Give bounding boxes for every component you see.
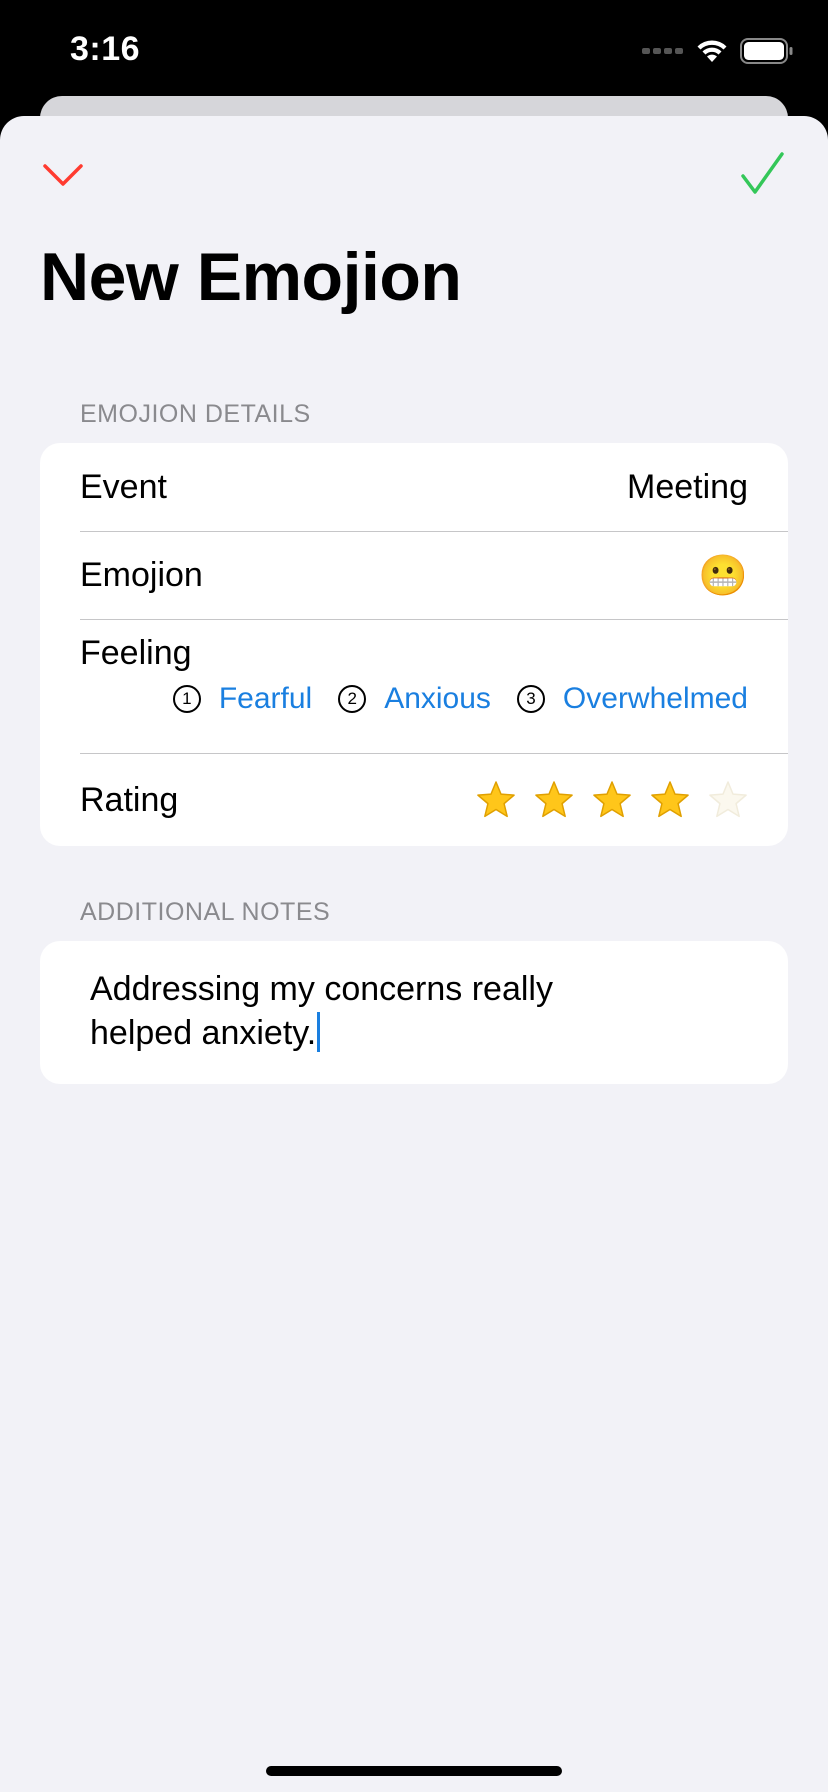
rating-stars[interactable] [476,780,748,820]
text-cursor [317,1012,321,1052]
number-circle-icon: 2 [338,685,367,713]
cancel-button[interactable] [38,150,88,200]
rating-label: Rating [80,780,179,819]
home-indicator [266,1766,562,1776]
battery-icon [740,38,793,64]
notes-line: helped anxiety. [90,1011,650,1055]
emojion-details-header: EMOJION DETAILS [80,400,311,428]
feeling-option-anxious[interactable]: 2 Anxious [338,682,491,716]
wifi-icon [697,40,727,62]
feeling-option-fearful[interactable]: 1 Fearful [172,682,313,716]
rating-row: Rating [80,754,788,846]
emojion-row[interactable]: Emojion 😬 [80,532,788,619]
status-icons [642,36,794,66]
event-row[interactable]: Event Meeting [80,443,788,531]
star-filled-icon[interactable] [534,780,574,820]
new-emojion-sheet: New Emojion EMOJION DETAILS Event Meetin… [0,116,828,1792]
notes-line-text: helped anxiety. [90,1014,317,1052]
feeling-option-label: Anxious [384,682,491,715]
notes-line: Addressing my concerns really [90,970,553,1008]
done-button[interactable] [738,150,788,200]
page-title: New Emojion [40,239,462,315]
grimacing-face-icon: 😬 [698,553,748,598]
feeling-option-overwhelmed[interactable]: 3 Overwhelmed [516,682,748,716]
star-filled-icon[interactable] [592,780,632,820]
emojion-label: Emojion [80,556,203,594]
number-circle-icon: 3 [516,685,545,713]
emojion-details-card: Event Meeting Emojion 😬 Feeling 1 Fearfu… [40,443,788,846]
chevron-down-icon [43,164,83,186]
number-circle-icon: 1 [172,685,201,713]
notes-card[interactable]: Addressing my concerns really helped anx… [40,941,788,1084]
feeling-label: Feeling [80,634,192,672]
notes-text-area[interactable]: Addressing my concerns really helped anx… [90,967,650,1055]
event-value: Meeting [627,467,748,506]
feeling-row: Feeling 1 Fearful 2 Anxious 3 Overwhelme… [40,620,788,753]
cellular-signal-icon [642,48,683,54]
feeling-option-label: Overwhelmed [562,682,748,715]
star-empty-icon[interactable] [708,780,748,820]
checkmark-icon [741,152,784,194]
additional-notes-header: ADDITIONAL NOTES [80,898,331,926]
feeling-option-label: Fearful [218,682,313,715]
star-filled-icon[interactable] [650,780,690,820]
feeling-options: 1 Fearful 2 Anxious 3 Overwhelmed [147,682,748,716]
star-filled-icon[interactable] [476,780,516,820]
status-time: 3:16 [70,30,141,68]
event-label: Event [80,467,167,506]
status-bar: 3:16 [0,0,828,110]
